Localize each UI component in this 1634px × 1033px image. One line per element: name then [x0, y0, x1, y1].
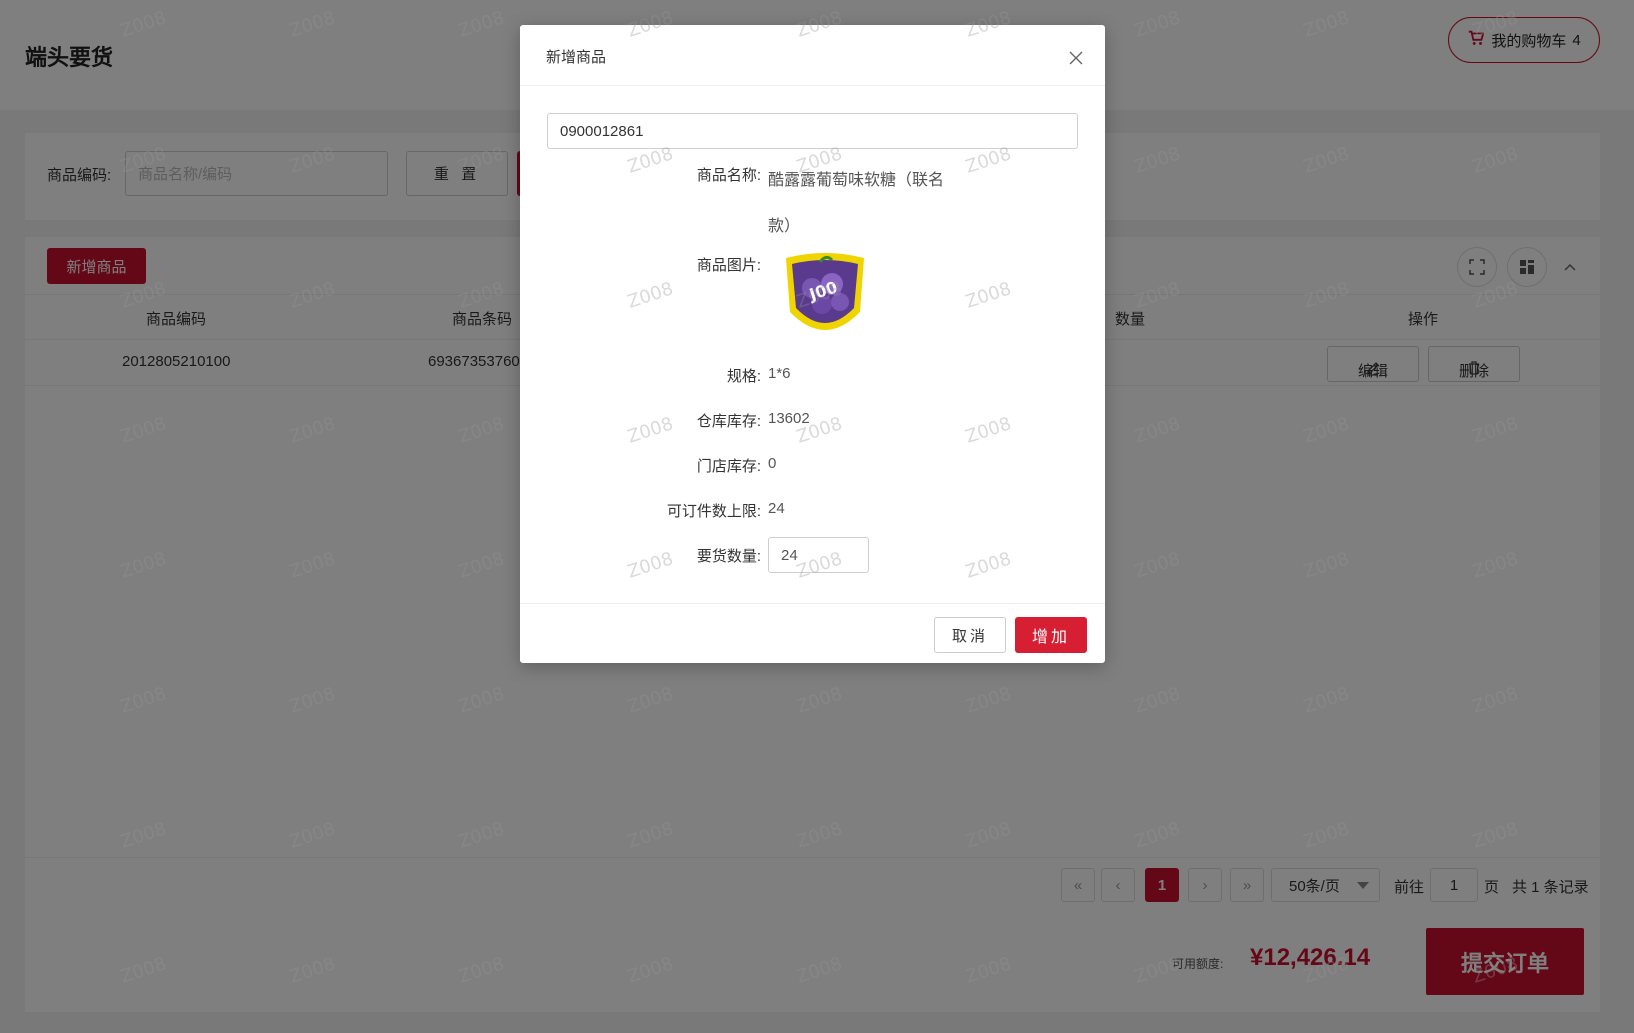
order-limit-value: 24 — [768, 500, 785, 517]
warehouse-stock-label: 仓库库存: — [696, 413, 761, 430]
product-image-label: 商品图片: — [696, 257, 761, 274]
product-name-value: 酷露露葡萄味软糖（联名款） — [768, 172, 945, 235]
product-image: J00 — [780, 250, 870, 342]
add-product-dialog: 新增商品 0900012861 商品名称: 酷露露葡萄味软糖（联名款） 商品图片… — [520, 25, 1105, 663]
cancel-button[interactable]: 取消 — [934, 617, 1006, 653]
divider — [520, 603, 1105, 604]
store-stock-label: 门店库存: — [696, 458, 761, 475]
confirm-add-button[interactable]: 增加 — [1015, 617, 1087, 653]
quantity-label: 要货数量: — [696, 548, 761, 565]
store-stock-value: 0 — [768, 455, 777, 472]
quantity-input[interactable]: 24 — [768, 537, 869, 573]
spec-label: 规格: — [726, 368, 761, 385]
close-icon[interactable] — [1066, 48, 1086, 68]
divider — [520, 85, 1105, 86]
dialog-title: 新增商品 — [546, 49, 607, 66]
product-name-label: 商品名称: — [696, 167, 761, 184]
warehouse-stock-value: 13602 — [768, 410, 810, 427]
product-code-input[interactable]: 0900012861 — [547, 113, 1078, 149]
order-limit-label: 可订件数上限: — [666, 503, 761, 520]
spec-value: 1*6 — [768, 365, 791, 382]
